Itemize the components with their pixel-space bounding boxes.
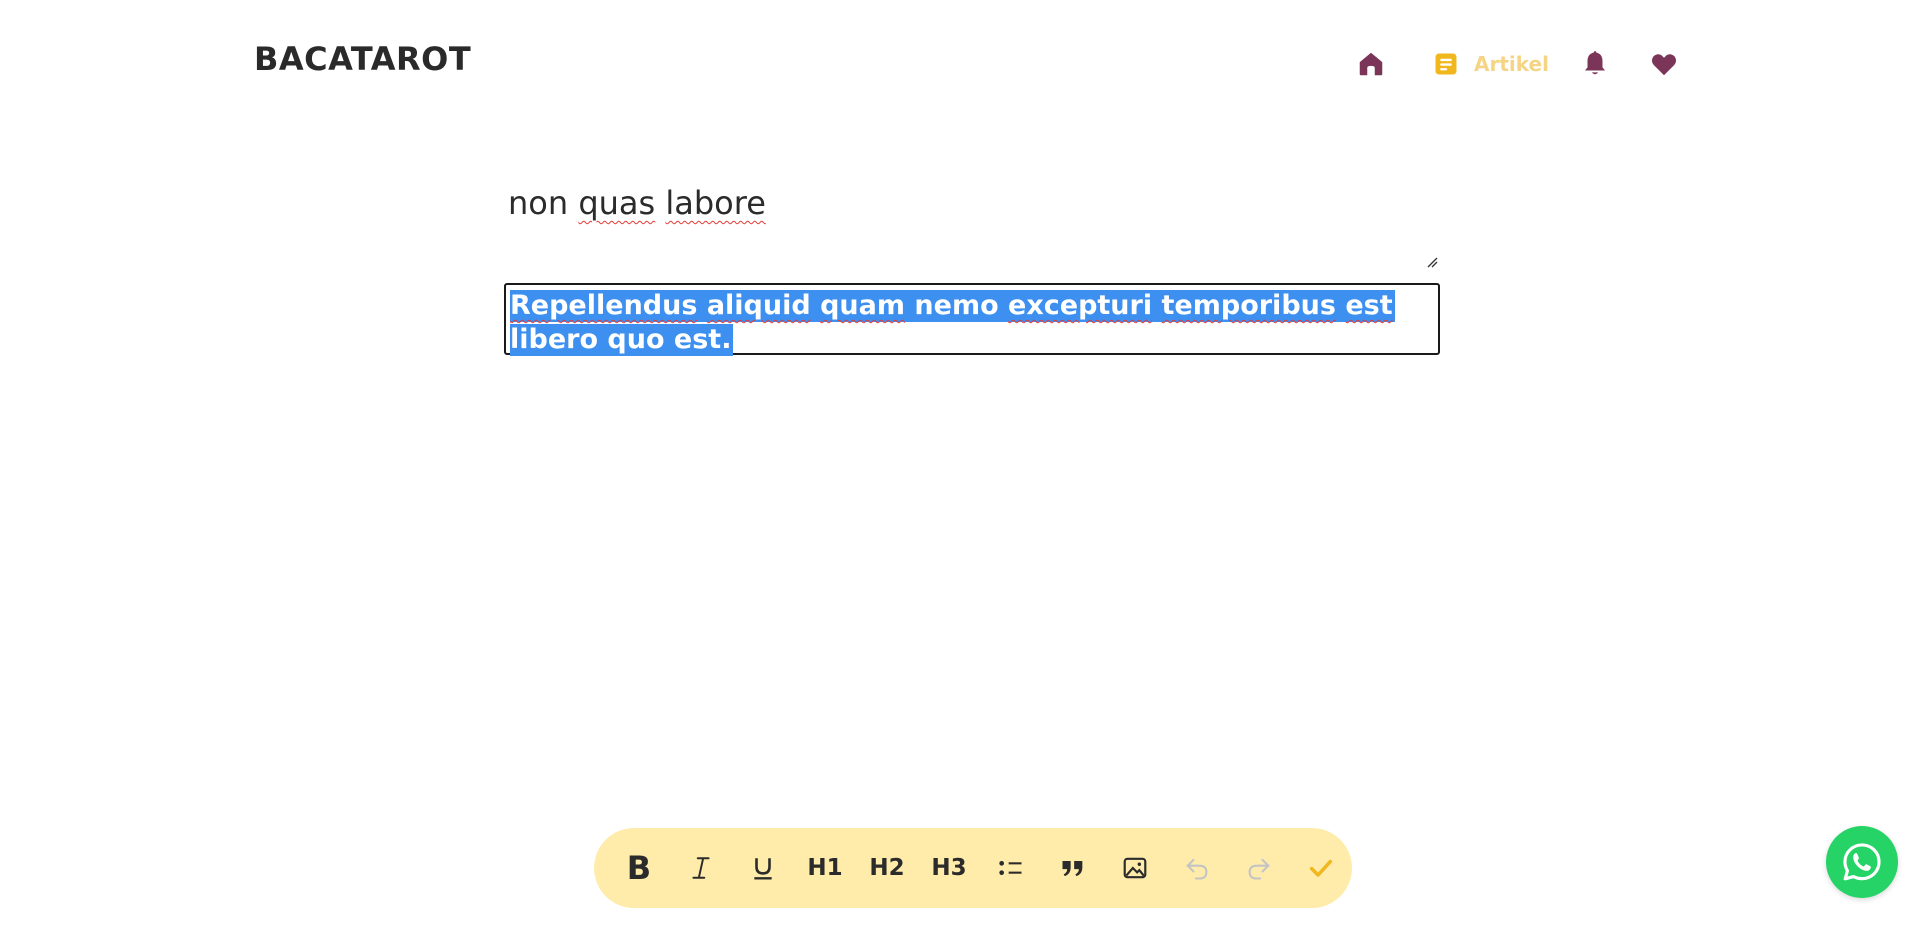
italic-icon	[692, 857, 710, 879]
editor-toolbar: B H1 H2 H3	[594, 828, 1352, 908]
document-icon	[1435, 53, 1457, 75]
heading-3-label: H3	[931, 855, 967, 881]
heart-icon	[1651, 54, 1677, 76]
save-button[interactable]	[1290, 836, 1352, 900]
nav-favorites[interactable]	[1649, 49, 1681, 81]
redo-icon	[1248, 858, 1270, 880]
italic-button[interactable]	[670, 836, 732, 900]
nav-artikel[interactable]: Artikel	[1432, 46, 1549, 82]
undo-button[interactable]	[1166, 836, 1228, 900]
home-icon	[1359, 52, 1383, 76]
site-logo[interactable]: BACATAROT	[254, 40, 471, 78]
underline-button[interactable]	[732, 836, 794, 900]
whatsapp-button[interactable]	[1826, 826, 1898, 898]
bullet-list-button[interactable]	[980, 836, 1042, 900]
nav-notifications[interactable]	[1580, 48, 1612, 80]
resize-handle-icon[interactable]	[1426, 256, 1438, 268]
bell-icon	[1585, 51, 1605, 75]
heading-2-button[interactable]: H2	[856, 836, 918, 900]
quote-icon	[1062, 861, 1083, 877]
title-text: non quas labore	[508, 184, 766, 222]
insert-image-button[interactable]	[1104, 836, 1166, 900]
bullet-list-icon	[999, 861, 1022, 875]
bold-label: B	[626, 849, 652, 887]
underline-icon	[754, 858, 772, 880]
check-icon	[1309, 859, 1333, 877]
blockquote-button[interactable]	[1042, 836, 1104, 900]
undo-icon	[1186, 858, 1208, 880]
image-icon	[1123, 857, 1147, 879]
whatsapp-icon	[1843, 843, 1881, 881]
content-text: Repellendus aliquid quam nemo excepturi …	[510, 290, 1395, 356]
redo-button[interactable]	[1228, 836, 1290, 900]
heading-3-button[interactable]: H3	[918, 836, 980, 900]
heading-2-label: H2	[869, 855, 905, 881]
bold-button[interactable]: B	[608, 836, 670, 900]
heading-1-label: H1	[807, 855, 843, 881]
heading-1-button[interactable]: H1	[794, 836, 856, 900]
nav-home[interactable]	[1356, 49, 1388, 81]
content-editor[interactable]: Repellendus aliquid quam nemo excepturi …	[504, 283, 1440, 356]
nav-artikel-label: Artikel	[1474, 52, 1549, 76]
title-input[interactable]: non quas labore	[504, 170, 1440, 270]
